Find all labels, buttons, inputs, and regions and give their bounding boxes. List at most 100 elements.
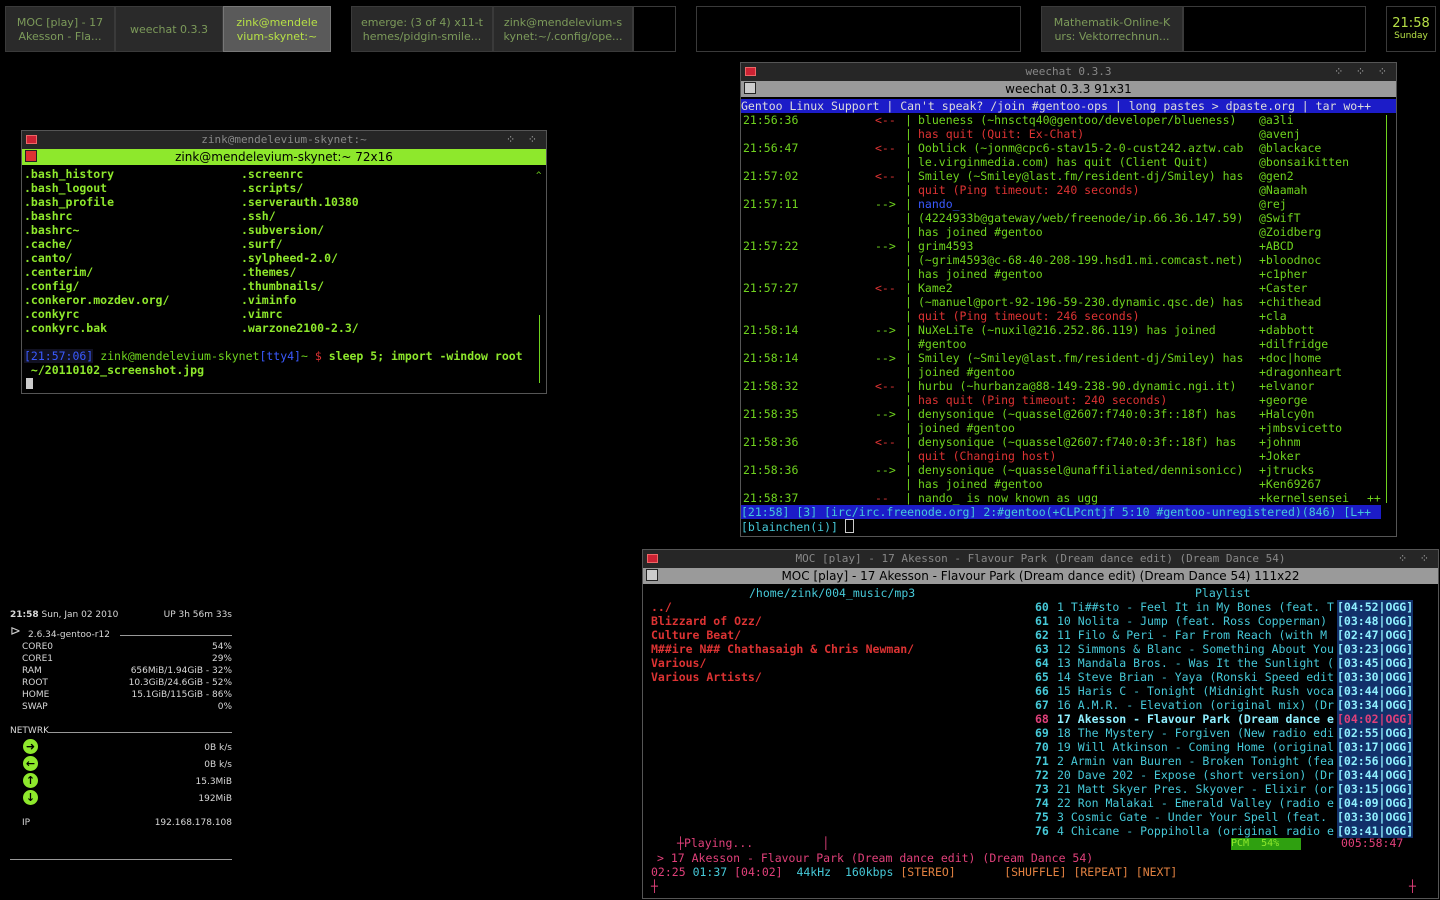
chat-arrow: --> [875, 323, 896, 337]
window-controls-icon[interactable]: ⁘ ⁘ [506, 131, 540, 149]
nick-entry[interactable]: @Zoidberg [1259, 225, 1349, 239]
chat-text: has joined #gentoo [918, 477, 1043, 491]
playlist-item[interactable]: 61 10 Nolita - Jump (feat. Ross Copperman… [1035, 614, 1415, 628]
shuffle-toggle[interactable]: [SHUFFLE] [1004, 865, 1066, 879]
playlist-item[interactable]: 60 1 Ti##sto - Feel It in My Bones (feat.… [1035, 600, 1415, 614]
nick-entry[interactable]: +johnm [1259, 435, 1349, 449]
close-icon[interactable] [647, 554, 658, 563]
status-bar: [21:58] [3] [irc/irc.freenode.org] 2:#ge… [741, 505, 1381, 519]
window-controls-icon[interactable]: ⁘ ⁘ ⁘ [1334, 63, 1390, 81]
playlist-item[interactable]: 67 16 A.M.R. - Elevation (original mix) (… [1035, 698, 1415, 712]
bitrate: 160kbps [844, 865, 894, 879]
nick-entry[interactable]: +cla [1259, 309, 1349, 323]
nick-entry[interactable]: +chithead [1259, 295, 1349, 309]
nick-entry[interactable]: +doc|home [1259, 351, 1349, 365]
playlist-item[interactable]: 65 14 Steve Brian - Yaya (Ronski Speed ed… [1035, 670, 1415, 684]
chat-line: | joined #gentoo [741, 365, 1261, 379]
terminal-window[interactable]: zink@mendelevium-skynet:~ ⁘ ⁘ zink@mende… [21, 130, 547, 394]
nick-entry[interactable]: @gen2 [1259, 169, 1349, 183]
nick-entry[interactable]: +kernelsensei [1259, 491, 1349, 505]
task-browser[interactable]: Mathematik-Online-K urs: Vektorrechnun..… [1041, 6, 1183, 52]
directory-entry[interactable]: Various/ [651, 656, 914, 670]
stat-value: 0% [217, 702, 232, 712]
prompt-host: zink@mendelevium-skynet [100, 349, 260, 363]
nick-entry[interactable]: @a3li [1259, 113, 1349, 127]
playlist-item[interactable]: 63 12 Simmons & Blanc - Something About Y… [1035, 642, 1415, 656]
directory-entry[interactable]: Blizzard of Ozz/ [651, 614, 914, 628]
task-config-terminal[interactable]: zink@mendelevium-s kynet:~/.config/ope..… [493, 6, 633, 52]
weechat-scrollbar[interactable] [1386, 115, 1387, 503]
nick-entry[interactable]: +Ken69267 [1259, 477, 1349, 491]
terminal-icon [646, 569, 658, 581]
nick-entry[interactable]: +jmbsvicetto [1259, 421, 1349, 435]
task-emerge[interactable]: emerge: (3 of 4) x11-t hemes/pidgin-smil… [351, 6, 493, 52]
nick-entry[interactable]: @avenj [1259, 127, 1349, 141]
nick-entry[interactable]: +george [1259, 393, 1349, 407]
chat-separator: | [905, 155, 912, 169]
playlist-item[interactable]: 62 11 Filo & Peri - Far From Reach (with … [1035, 628, 1415, 642]
playlist-item[interactable]: 68 17 Akesson - Flavour Park (Dream dance… [1035, 712, 1415, 726]
chat-text: blueness (~hnsctq40@gentoo/developer/blu… [918, 113, 1237, 127]
playlist-item[interactable]: 73 21 Matt Skyer Pres. Skyover - Elixir (… [1035, 782, 1415, 796]
nick-entry[interactable]: +ABCD [1259, 239, 1349, 253]
chat-line: | quit (Ping timeout: 240 seconds) [741, 183, 1261, 197]
ip-address: 192.168.178.108 [154, 818, 232, 828]
playlist-item[interactable]: 64 13 Mandala Bros. - Was It the Sunlight… [1035, 656, 1415, 670]
nick-entry[interactable]: +elvanor [1259, 379, 1349, 393]
chat-line: | joined #gentoo [741, 421, 1261, 435]
task-terminal[interactable]: zink@mendele vium-skynet:~ [223, 6, 331, 52]
close-icon[interactable] [26, 135, 37, 144]
nick-entry[interactable]: @rej [1259, 197, 1349, 211]
directory-entry[interactable]: Culture Beat/ [651, 628, 914, 642]
input-line[interactable]: [blainchen(i)] [741, 519, 854, 534]
clock: 21:58 Sunday [1386, 6, 1436, 52]
terminal-scrollbar[interactable] [539, 315, 540, 383]
scroll-up-icon[interactable]: ^ [536, 171, 541, 181]
nick-entry[interactable]: +dragonheart [1259, 365, 1349, 379]
nick-entry[interactable]: +dabbott [1259, 323, 1349, 337]
window-controls-icon[interactable]: ⁘ ⁘ [1398, 550, 1432, 568]
next-toggle[interactable]: [NEXT] [1136, 865, 1178, 879]
playlist-item[interactable]: 71 2 Armin van Buuren - Broken Tonight (f… [1035, 754, 1415, 768]
file-entry: .bashrc [24, 209, 73, 223]
playlist-item[interactable]: 72 20 Dave 202 - Expose (short version) (… [1035, 768, 1415, 782]
chat-line: 21:57:11 --> | nando_ [741, 197, 1261, 211]
chat-separator: | [905, 421, 912, 435]
close-icon[interactable] [745, 67, 756, 76]
chat-line: 21:58:36 <-- | denysonique (~quassel@2607:f… [741, 435, 1261, 449]
sample-rate: 44kHz [796, 865, 832, 879]
chat-separator: | [905, 309, 912, 323]
nick-entry[interactable]: +jtrucks [1259, 463, 1349, 477]
repeat-toggle[interactable]: [REPEAT] [1073, 865, 1128, 879]
directory-entry[interactable]: ../ [651, 600, 914, 614]
nick-entry[interactable]: @SwifT [1259, 211, 1349, 225]
playlist-item[interactable]: 70 19 Will Atkinson - Coming Home (origin… [1035, 740, 1415, 754]
nick-entry[interactable]: +Halcy0n [1259, 407, 1349, 421]
track-time: [03:44|OGG] [1337, 684, 1414, 698]
nick-entry[interactable]: +c1pher [1259, 267, 1349, 281]
moc-window[interactable]: MOC [play] - 17 Akesson - Flavour Park (… [642, 549, 1439, 899]
nick-entry[interactable]: +Joker [1259, 449, 1349, 463]
nick-entry[interactable]: @blackace [1259, 141, 1349, 155]
task-moc[interactable]: MOC [play] - 17 Akesson - Fla... [5, 6, 115, 52]
playlist-item[interactable]: 66 15 Haris C - Tonight (Midnight Rush vo… [1035, 684, 1415, 698]
terminal-titlebar[interactable]: zink@mendelevium-skynet:~ ⁘ ⁘ [22, 131, 546, 149]
weechat-window[interactable]: weechat 0.3.3 ⁘ ⁘ ⁘ weechat 0.3.3 91x31 … [740, 62, 1397, 537]
weechat-titlebar[interactable]: weechat 0.3.3 ⁘ ⁘ ⁘ [741, 63, 1396, 81]
track-time: [04:02|OGG] [1337, 712, 1414, 726]
nick-entry[interactable]: +bloodnoc [1259, 253, 1349, 267]
nick-entry[interactable]: +dilfridge [1259, 337, 1349, 351]
playlist-item[interactable]: 74 22 Ron Malakai - Emerald Valley (radio… [1035, 796, 1415, 810]
nick-entry[interactable]: @Naamah [1259, 183, 1349, 197]
task-label: zink@mendelevium-s kynet:~/.config/ope..… [503, 16, 623, 43]
ip-label: IP [22, 818, 31, 828]
directory-entry[interactable]: Various Artists/ [651, 670, 914, 684]
playlist-item[interactable]: 75 3 Cosmic Gate - Under Your Spell (feat… [1035, 810, 1415, 824]
playlist-item[interactable]: 69 18 The Mystery - Forgiven (New radio e… [1035, 726, 1415, 740]
nick-entry[interactable]: +Caster [1259, 281, 1349, 295]
directory-entry[interactable]: M##ire N## Chathasaigh & Chris Newman/ [651, 642, 914, 656]
moc-titlebar[interactable]: MOC [play] - 17 Akesson - Flavour Park (… [643, 550, 1438, 568]
volume-bar[interactable]: PCM 54% [1231, 838, 1301, 850]
task-weechat[interactable]: weechat 0.3.3 [115, 6, 223, 52]
nick-entry[interactable]: @bonsaikitten [1259, 155, 1349, 169]
